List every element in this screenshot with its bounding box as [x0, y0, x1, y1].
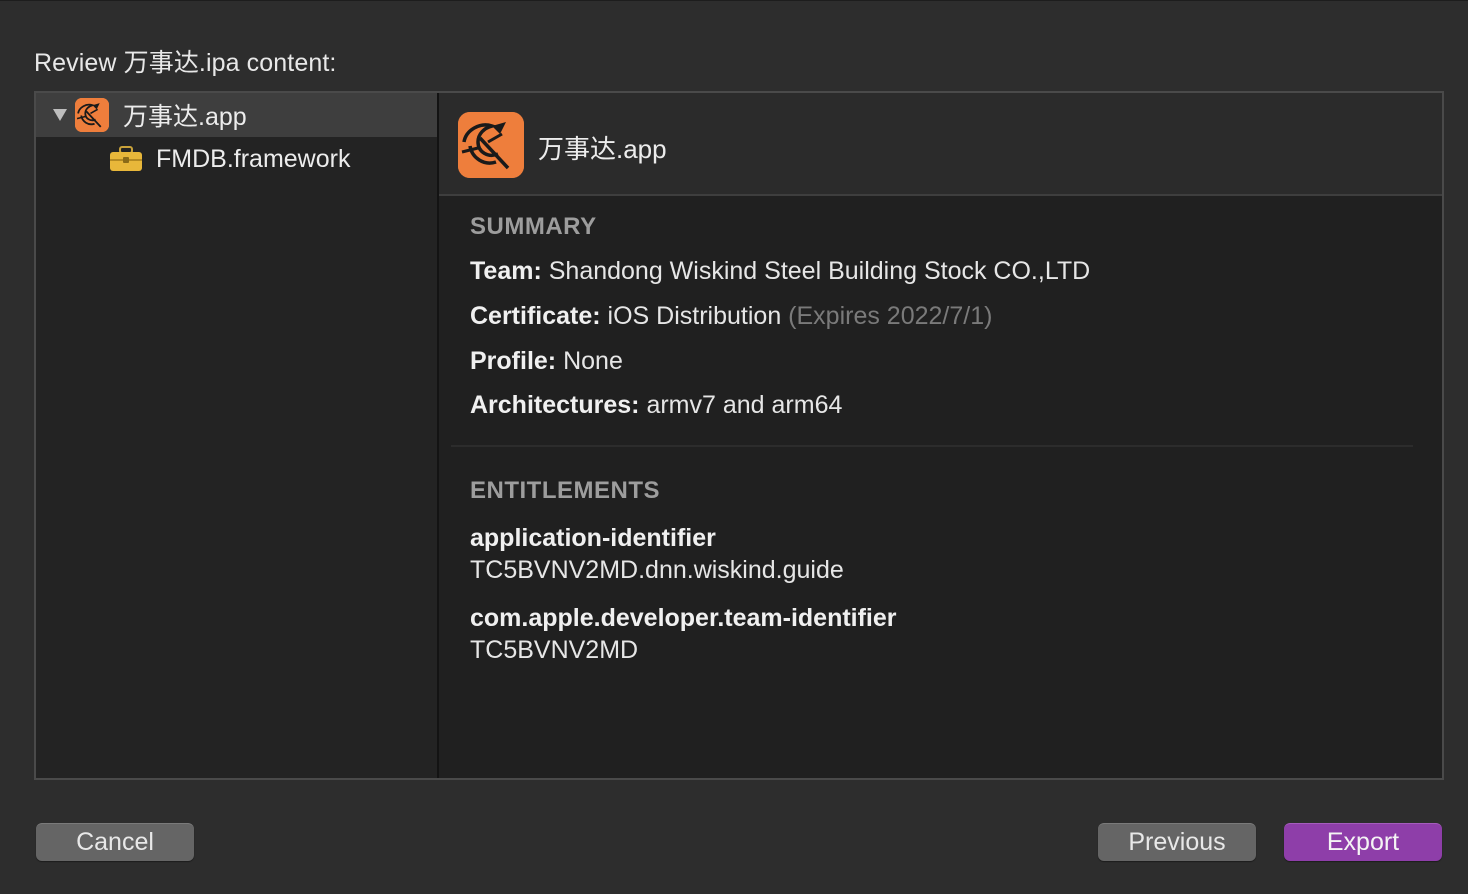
tree-item-label: FMDB.framework — [156, 144, 351, 173]
tree-item-app[interactable]: 万事达.app — [36, 93, 437, 137]
profile-value: None — [563, 347, 623, 375]
entitlement-value: TC5BVNV2MD — [470, 636, 639, 664]
architectures-key: Architectures: — [470, 391, 647, 419]
tree-item-label: 万事达.app — [123, 103, 247, 131]
team-key: Team: — [470, 257, 549, 285]
export-button[interactable]: Export — [1284, 823, 1442, 861]
dialog-title: Review 万事达.ipa content: — [34, 49, 337, 77]
certificate-expiry: (Expires 2022/7/1) — [788, 302, 993, 330]
profile-key: Profile: — [470, 347, 564, 375]
content-frame: 万事达.app FMDB.framework 万事达.app SUMMARY T… — [34, 91, 1444, 780]
detail-pane: 万事达.app SUMMARY Team: Shandong Wiskind S… — [439, 93, 1442, 778]
entitlement-key: com.apple.developer.team-identifier — [470, 604, 897, 632]
content-tree: 万事达.app FMDB.framework — [36, 93, 439, 778]
architectures-value: armv7 and arm64 — [646, 391, 843, 419]
app-icon — [458, 112, 524, 178]
entitlement-key: application-identifier — [470, 524, 716, 552]
entitlements-heading: ENTITLEMENTS — [470, 477, 660, 504]
tree-item-framework[interactable]: FMDB.framework — [36, 137, 437, 181]
certificate-key: Certificate: — [470, 302, 608, 330]
section-divider — [451, 445, 1413, 447]
detail-app-name: 万事达.app — [538, 134, 667, 164]
export-review-sheet: Review 万事达.ipa content: 万事达.app FMDB.fra… — [0, 0, 1468, 894]
cancel-button[interactable]: Cancel — [36, 823, 194, 861]
app-icon — [75, 98, 109, 132]
team-row: Team: Shandong Wiskind Steel Building St… — [470, 257, 1090, 286]
disclosure-triangle-icon[interactable] — [53, 108, 67, 122]
summary-heading: SUMMARY — [470, 213, 597, 240]
entitlement-value: TC5BVNV2MD.dnn.wiskind.guide — [470, 556, 844, 584]
previous-button[interactable]: Previous — [1098, 823, 1256, 861]
team-value: Shandong Wiskind Steel Building Stock CO… — [548, 257, 1091, 285]
toolbox-icon — [108, 144, 144, 174]
profile-row: Profile: None — [470, 347, 623, 376]
certificate-value: iOS Distribution — [607, 302, 789, 330]
certificate-row: Certificate: iOS Distribution (Expires 2… — [470, 302, 992, 331]
architectures-row: Architectures: armv7 and arm64 — [470, 391, 842, 420]
detail-header: 万事达.app — [439, 93, 1442, 196]
